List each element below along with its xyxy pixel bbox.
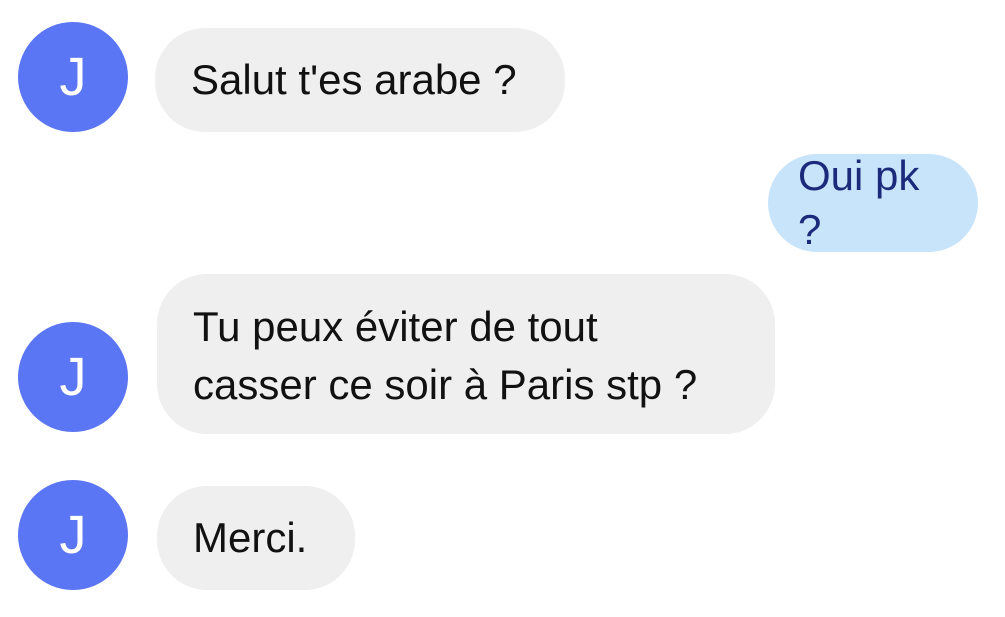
message-bubble-outgoing[interactable]: Oui pk ? [768, 152, 978, 253]
contact-avatar[interactable]: J [18, 480, 128, 590]
message-text-line: Tu peux éviter de tout [193, 303, 598, 350]
message-text: Oui pk ? [798, 152, 920, 253]
message-text: Merci. [193, 514, 308, 561]
contact-avatar[interactable]: J [18, 22, 128, 132]
message-bubble-incoming[interactable]: Salut t'es arabe ? [155, 28, 565, 132]
message-text-line: casser ce soir à Paris stp ? [193, 361, 698, 408]
chat-screen: { "contact": { "initial": "J", "avatar_c… [0, 0, 1005, 617]
message-text: Salut t'es arabe ? [191, 56, 517, 103]
contact-avatar[interactable]: J [18, 322, 128, 432]
message-bubble-incoming[interactable]: Merci. [157, 486, 355, 590]
message-bubble-incoming[interactable]: Tu peux éviter de tout casser ce soir à … [157, 274, 775, 434]
